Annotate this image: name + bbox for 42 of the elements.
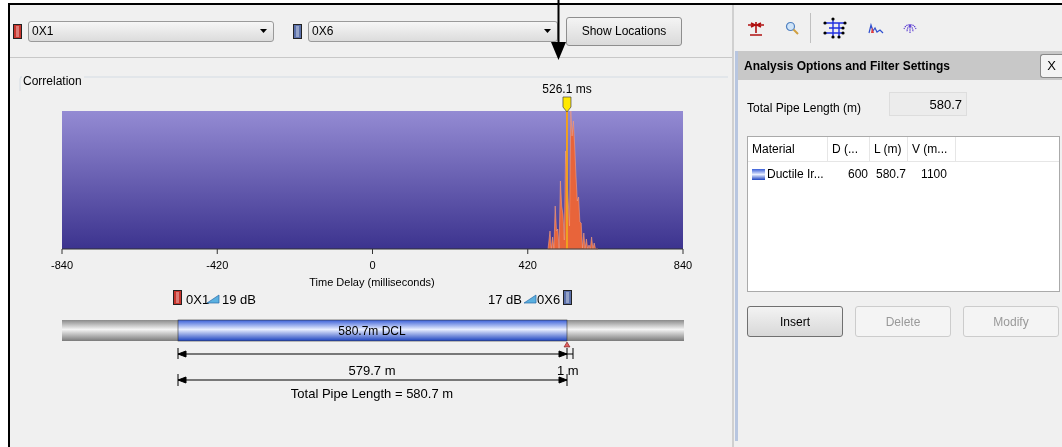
column-header[interactable]: L (m) [870,137,908,161]
pipe-network-icon[interactable] [823,17,849,39]
sensor-dropdown[interactable]: 0X6 [308,20,558,42]
group-title: Correlation [23,74,82,88]
material-swatch-icon [752,168,765,180]
gain-wedge-icon [523,294,537,304]
table-cell: Ductile Ir... [767,167,824,181]
table-cell: 600 [847,167,868,181]
peak-label: 526.1 ms [542,82,592,96]
column-header[interactable]: D (... [828,137,870,161]
gain-label: 17 dB [488,292,522,307]
total-length-label: Total Pipe Length = 580.7 m [290,386,454,401]
peak-marker-icon [562,96,572,113]
axis-tick-label: -420 [206,259,229,271]
caret-icon [260,29,267,33]
dimension-label: 1 m [557,363,579,378]
axis-tick-label: 840 [673,259,693,271]
table-cell: 1100 [921,167,947,181]
axis-tick-label: 420 [518,259,537,271]
sensor-label: 0X6 [537,292,561,307]
close-button[interactable]: X [1040,53,1062,78]
field-label: Total Pipe Length (m) [747,101,862,115]
panel-title: Analysis Options and Filter Settings [744,58,951,73]
total-length-field[interactable]: 580.7 [889,92,968,116]
sensor-label: 0X1 [186,292,210,307]
sensor-dropdown[interactable]: 0X1 [28,20,274,42]
caret-icon [544,29,551,33]
column-header[interactable]: Material [748,137,828,161]
axis-tick-label: -840 [51,259,73,271]
column-header[interactable]: V (m... [908,137,956,161]
valve-icon[interactable] [746,20,766,36]
axis-title: Time Delay (milliseconds) [309,276,435,288]
table-cell: 580.7 [875,167,906,181]
spectrum-icon[interactable] [868,22,884,34]
pipe-label: 580.7m DCL [338,324,406,338]
dimension-label: 579.7 m [348,363,396,378]
action-button[interactable]: Insert [747,306,843,337]
fountain-icon[interactable] [903,22,917,34]
gain-label: 19 dB [222,292,256,307]
zoom-icon[interactable] [785,21,799,35]
show-locations-button[interactable]: Show Locations [566,16,682,46]
axis-tick-label: 0 [369,259,376,271]
